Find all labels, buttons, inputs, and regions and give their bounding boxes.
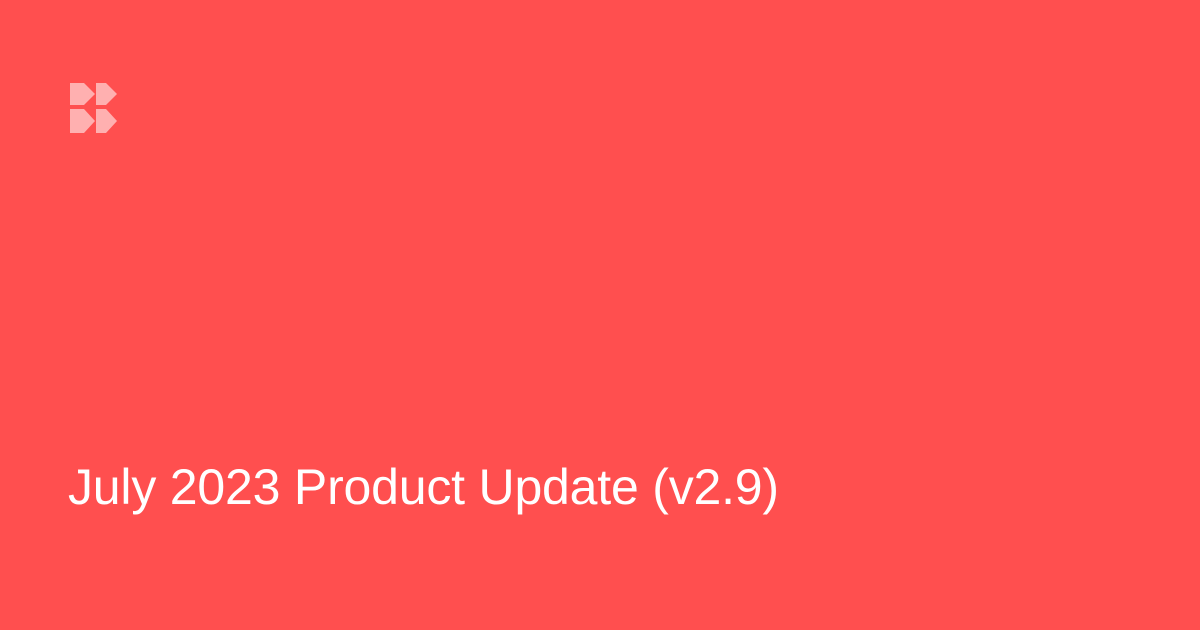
page-title: July 2023 Product Update (v2.9): [68, 459, 779, 515]
logo-top-right-shape: [96, 83, 117, 105]
social-preview-card: July 2023 Product Update (v2.9): [0, 0, 1200, 630]
brand-logo-icon: [70, 83, 122, 135]
logo-bottom-left-shape: [70, 109, 95, 133]
logo-top-left-shape: [70, 83, 95, 105]
brand-logo-svg: [70, 83, 117, 133]
logo-bottom-right-shape: [96, 109, 117, 133]
logo-shapes: [70, 83, 117, 133]
